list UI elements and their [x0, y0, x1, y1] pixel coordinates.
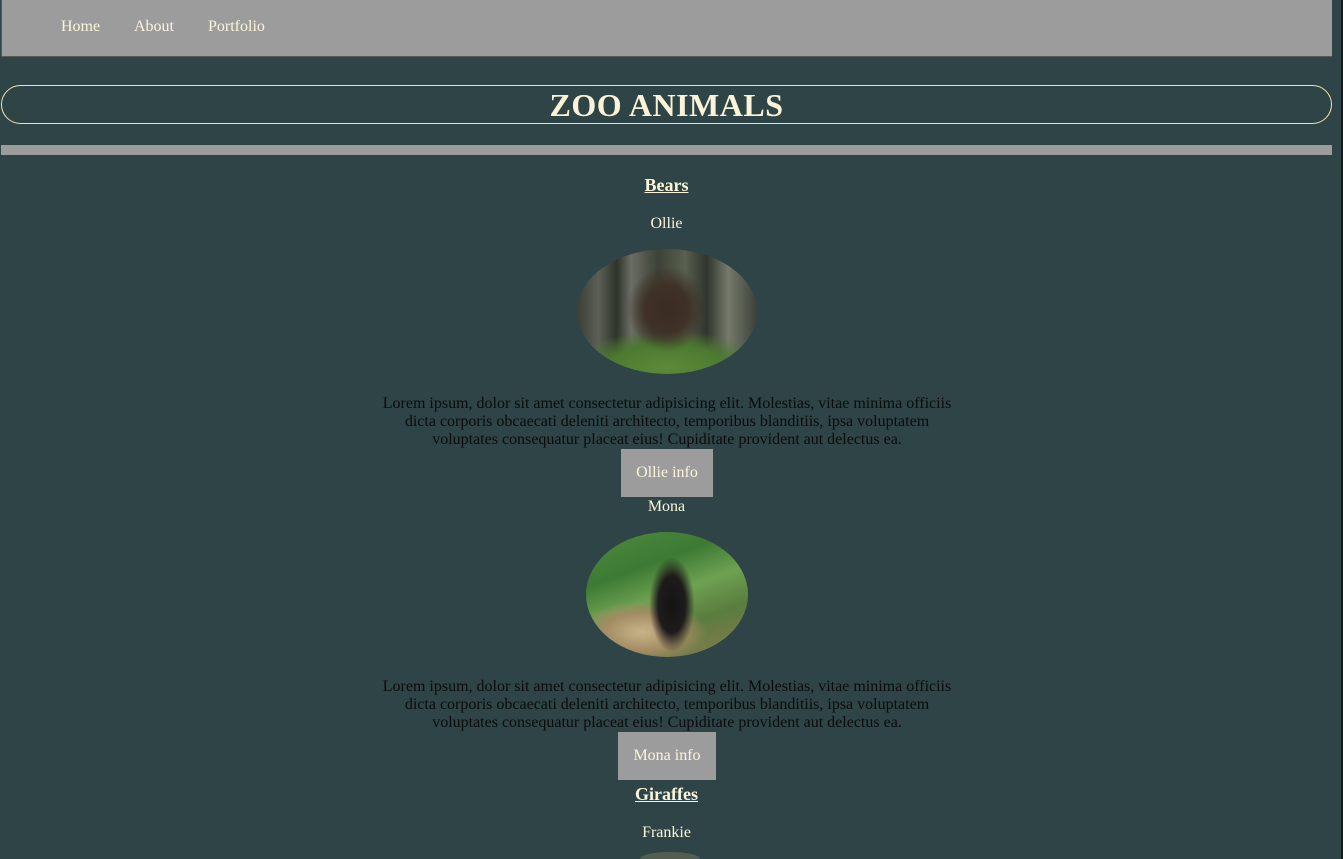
page-title: ZOO ANIMALS	[549, 86, 784, 123]
black-bear-photo	[586, 532, 748, 657]
ollie-info-button[interactable]: Ollie info	[621, 449, 713, 497]
top-navbar: Home About Portfolio	[1, 0, 1332, 57]
nav-link-portfolio[interactable]: Portfolio	[208, 18, 265, 36]
animal-description-mona: Lorem ipsum, dolor sit amet consectetur …	[382, 678, 952, 731]
page-title-banner: ZOO ANIMALS	[1, 85, 1332, 124]
section-heading-bears: Bears	[644, 175, 689, 195]
animal-name-frankie: Frankie	[642, 824, 691, 841]
giraffe-photo	[640, 852, 700, 859]
nav-link-home[interactable]: Home	[61, 18, 100, 36]
animal-name-mona: Mona	[647, 498, 686, 515]
mona-info-button[interactable]: Mona info	[618, 732, 716, 780]
animal-description-ollie: Lorem ipsum, dolor sit amet consectetur …	[382, 395, 952, 448]
animal-name-ollie: Ollie	[650, 215, 683, 232]
section-heading-giraffes: Giraffes	[635, 784, 698, 804]
page: Home About Portfolio ZOO ANIMALS Bears O…	[0, 0, 1343, 859]
header-divider	[1, 145, 1332, 155]
nav-link-about[interactable]: About	[134, 18, 174, 36]
brown-bear-photo	[577, 249, 757, 374]
